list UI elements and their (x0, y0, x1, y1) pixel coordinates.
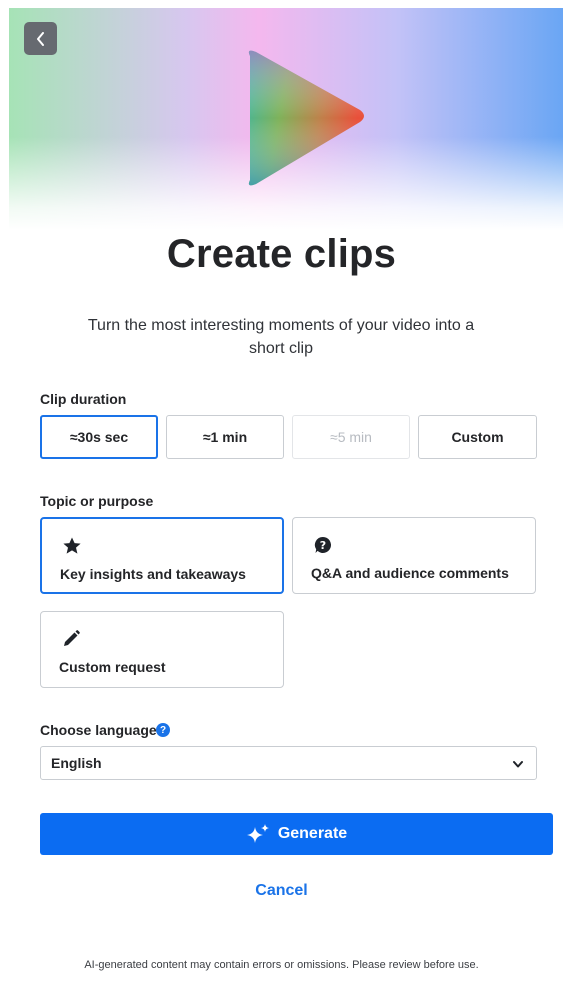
duration-1min-button[interactable]: ≈1 min (166, 415, 284, 459)
duration-option-label: ≈1 min (202, 429, 248, 445)
question-bubble-icon: ? (314, 536, 332, 553)
topic-card-label: Q&A and audience comments (311, 565, 509, 581)
generate-label: Generate (277, 825, 348, 842)
chevron-down-icon (513, 761, 523, 768)
create-clips-dialog: Create clips Turn the most interesting m… (0, 0, 563, 987)
cancel-button[interactable]: Cancel (0, 882, 563, 900)
language-select[interactable]: English (40, 746, 537, 780)
play-gradient-icon (248, 50, 364, 186)
duration-30s-button[interactable]: ≈30s sec (40, 415, 158, 459)
topic-card-label: Key insights and takeaways (60, 566, 246, 582)
pencil-icon (64, 630, 80, 646)
topic-custom-request-card[interactable]: Custom request (40, 611, 284, 688)
topic-card-label: Custom request (59, 659, 166, 675)
star-icon (63, 537, 81, 554)
chevron-left-icon (36, 31, 44, 46)
topic-label: Topic or purpose (40, 493, 154, 509)
page-subtitle: Turn the most interesting moments of you… (87, 317, 475, 357)
language-label: Choose language (40, 722, 157, 738)
sparkle-icon (246, 824, 269, 843)
duration-option-label: Custom (451, 429, 504, 445)
svg-text:?: ? (320, 539, 326, 552)
page-title: Create clips (166, 232, 397, 276)
language-selected-value: English (51, 755, 102, 771)
topic-qa-card[interactable]: ? Q&A and audience comments (292, 517, 536, 594)
ai-disclaimer: AI-generated content may contain errors … (84, 959, 479, 971)
generate-button[interactable]: Generate (40, 813, 553, 855)
duration-option-label: ≈5 min (330, 429, 372, 445)
back-button[interactable] (24, 22, 57, 55)
duration-option-label: ≈30s sec (69, 429, 129, 445)
help-icon[interactable]: ? (156, 723, 170, 737)
topic-key-insights-card[interactable]: Key insights and takeaways (40, 517, 284, 594)
duration-custom-button[interactable]: Custom (418, 415, 537, 459)
clip-duration-label: Clip duration (40, 391, 127, 407)
duration-5min-button[interactable]: ≈5 min (292, 415, 410, 459)
